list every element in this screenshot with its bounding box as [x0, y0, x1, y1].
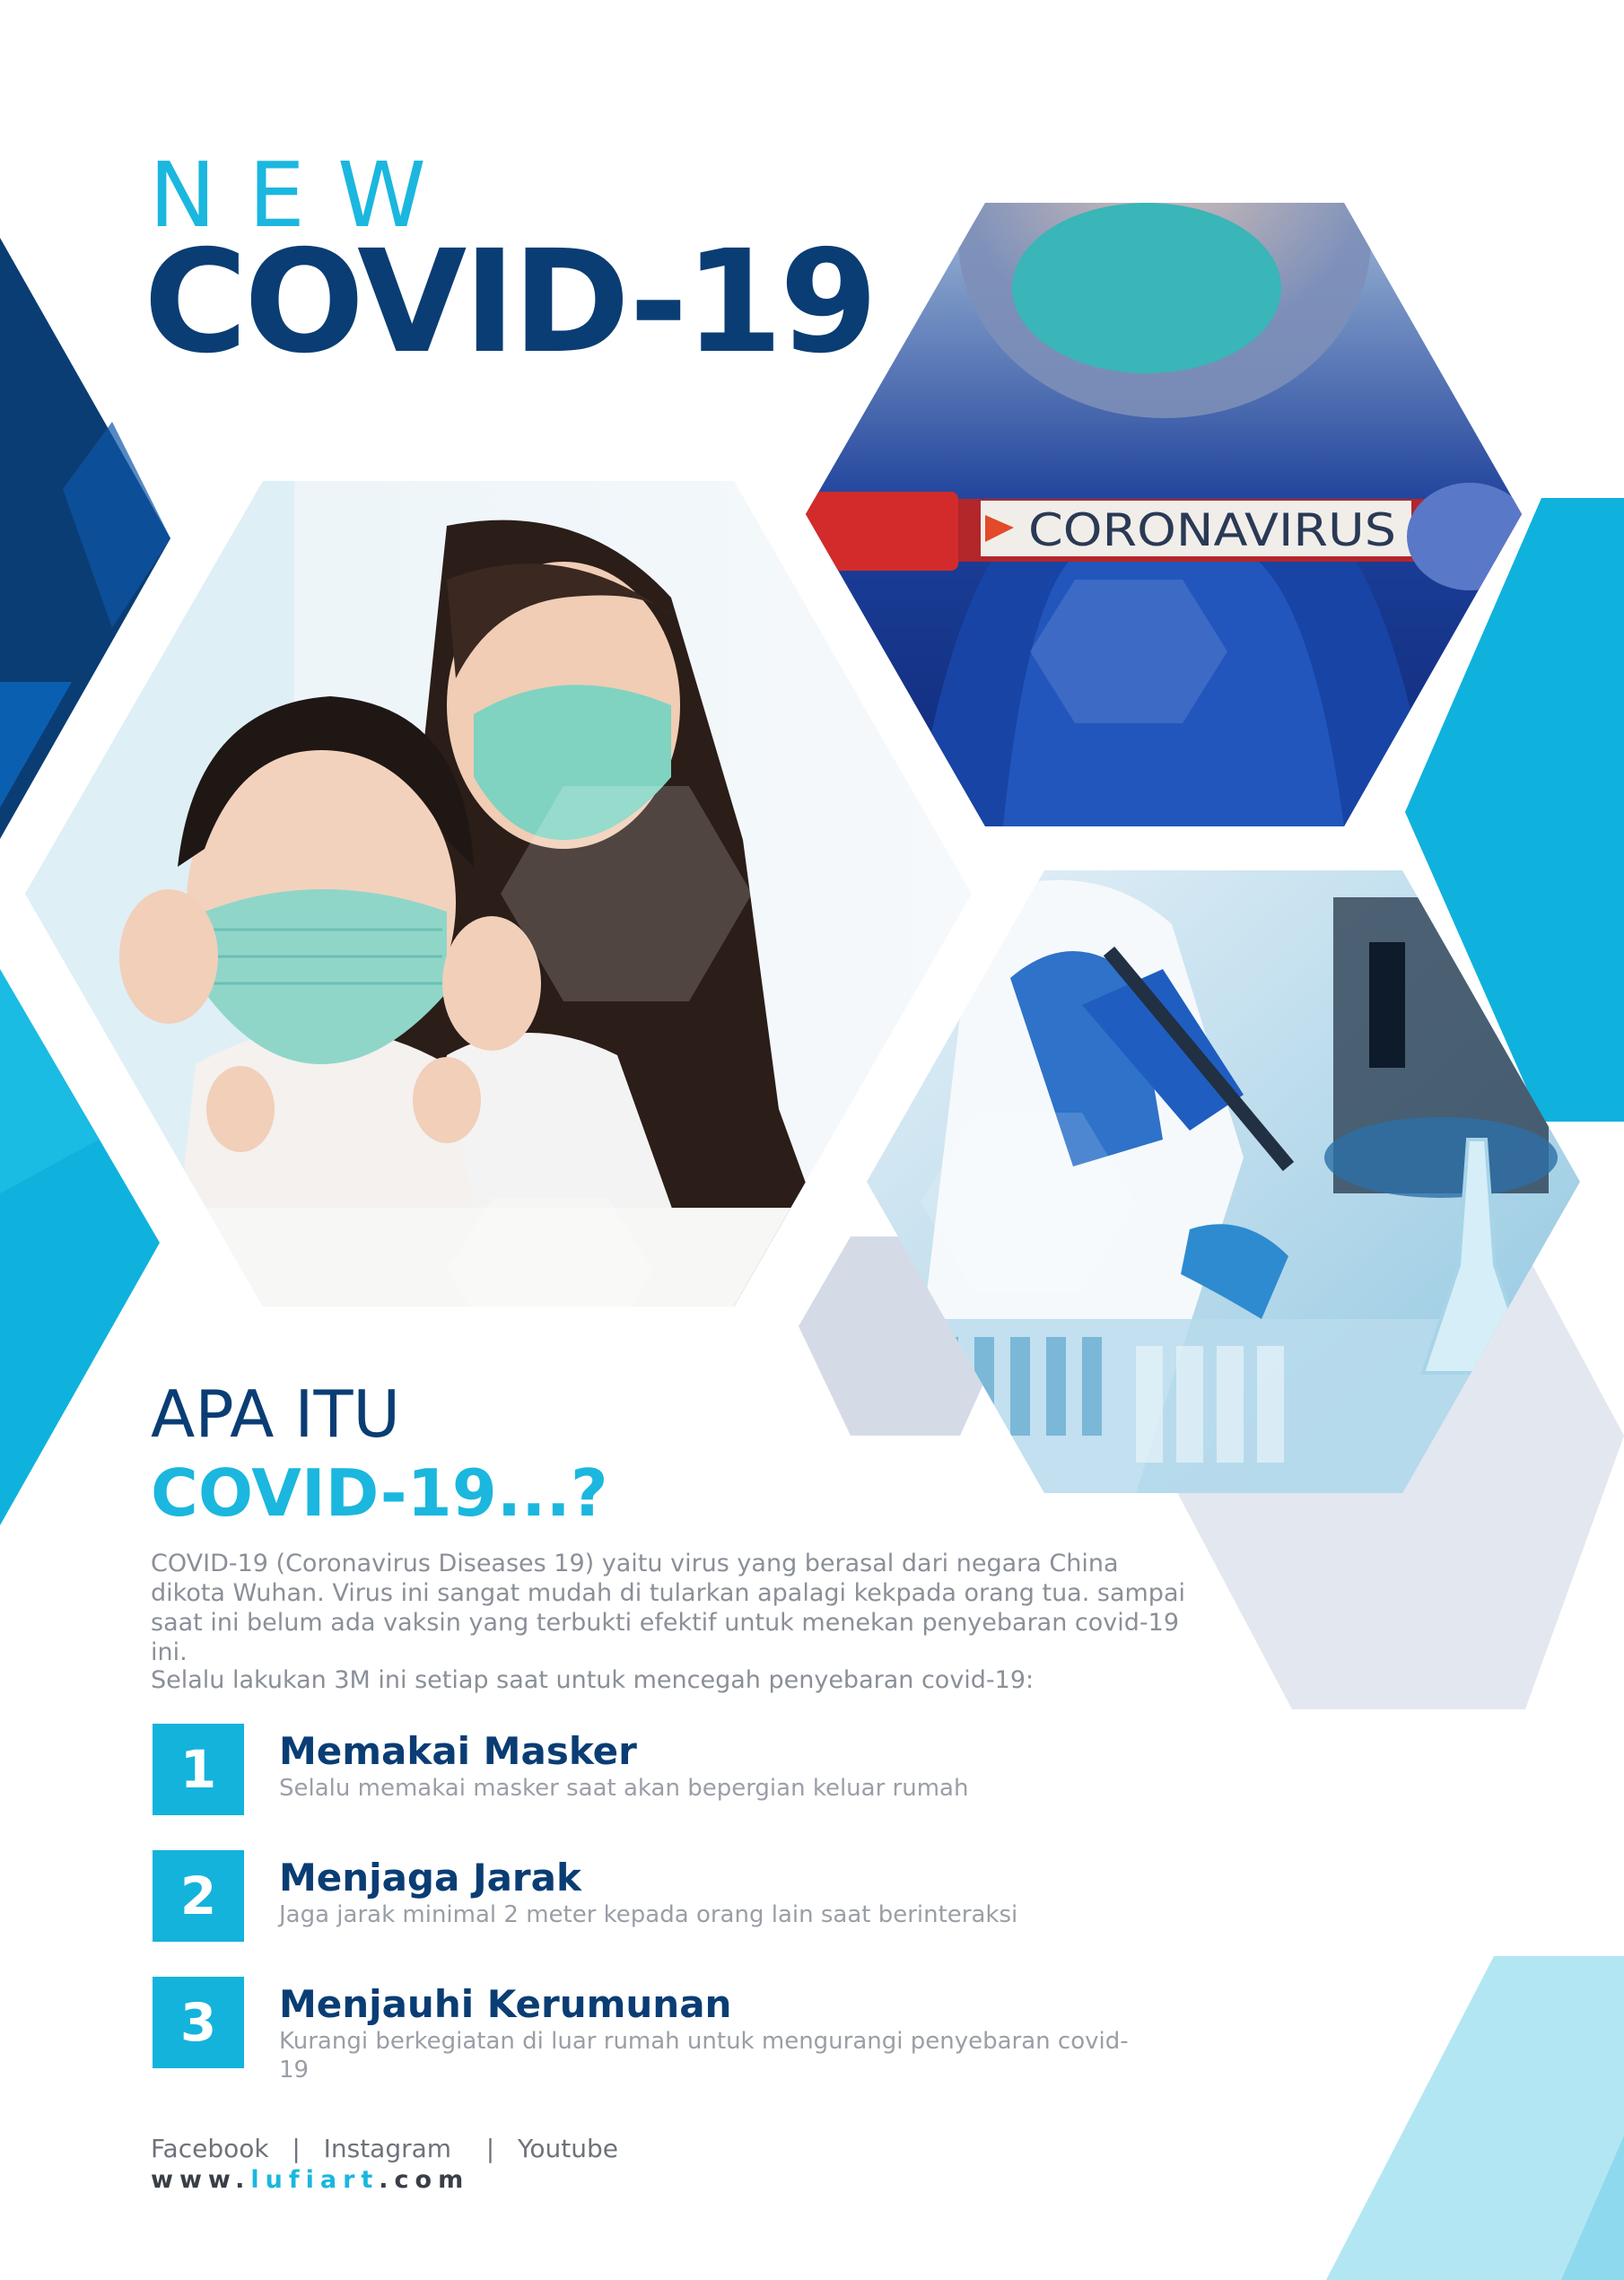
website-url: www.lufiart.com — [151, 2166, 469, 2194]
step-description: Selalu memakai masker saat akan bepergia… — [279, 1775, 969, 1802]
website-prefix: www. — [151, 2166, 251, 2194]
photo-mother-child-masks — [25, 481, 972, 1306]
step-3: 3 Menjauhi Kerumunan Kurangi berkegiatan… — [151, 1977, 1227, 2083]
step-description: Kurangi berkegiatan di luar rumah untuk … — [279, 2028, 1129, 2083]
step-number-badge: 3 — [153, 1977, 244, 2068]
step-title: Menjauhi Kerumunan — [279, 1982, 732, 2026]
social-links: Facebook | Instagram | Youtube — [151, 2134, 618, 2163]
main-title: COVID-19 — [144, 220, 878, 385]
step-title: Memakai Masker — [279, 1729, 637, 1773]
tube-label: CORONAVIRUS — [1028, 504, 1396, 556]
bottom-light-cyan — [1326, 1956, 1624, 2280]
section-heading-line1: APA ITU — [151, 1376, 401, 1452]
website-suffix: .com — [379, 2166, 470, 2194]
photo-laboratory-scientist — [867, 870, 1580, 1493]
section-heading-line2: COVID-19...? — [151, 1455, 608, 1531]
intro-paragraph: COVID-19 (Coronavirus Diseases 19) yaitu… — [151, 1550, 1185, 1666]
step-2: 2 Menjaga Jarak Jaga jarak minimal 2 met… — [151, 1850, 1227, 1949]
step-number-badge: 2 — [153, 1850, 244, 1942]
step-1: 1 Memakai Masker Selalu memakai masker s… — [151, 1724, 1227, 1822]
step-description: Jaga jarak minimal 2 meter kepada orang … — [279, 1901, 1018, 1928]
3m-intro: Selalu lakukan 3M ini setiap saat untuk … — [151, 1666, 1035, 1694]
step-number-badge: 1 — [153, 1724, 244, 1815]
step-title: Menjaga Jarak — [279, 1856, 581, 1900]
website-brand: lufiart — [250, 2166, 380, 2194]
